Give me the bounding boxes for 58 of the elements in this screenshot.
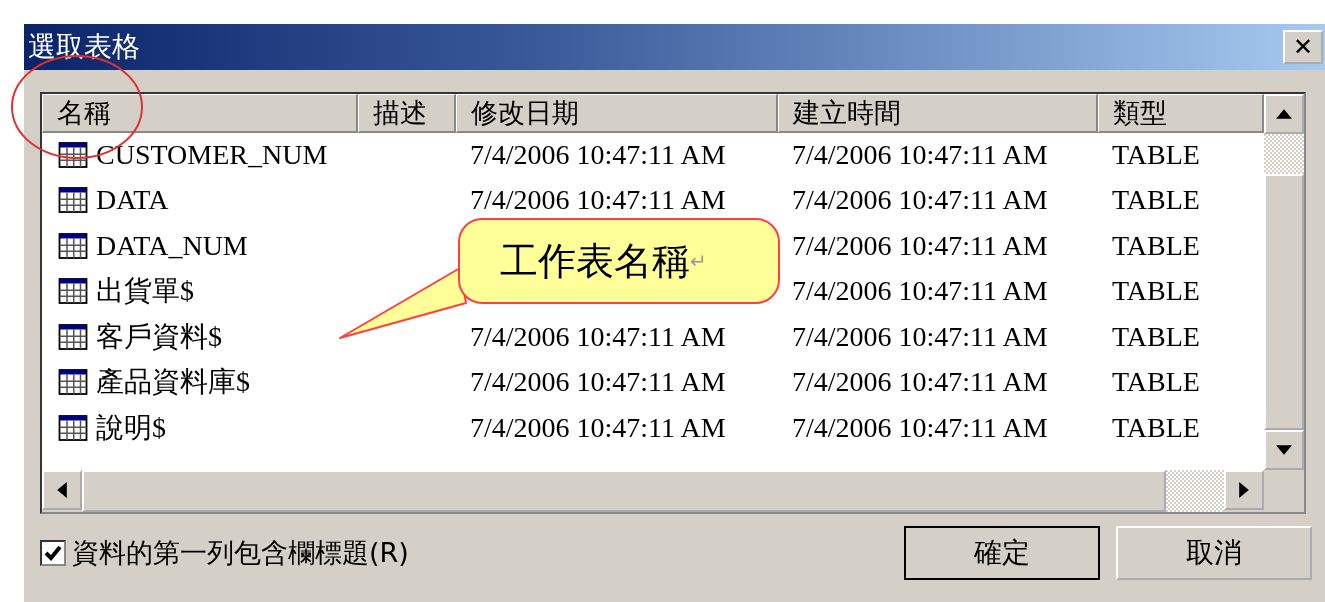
table-cell: TABLE [1112, 184, 1200, 216]
window-title: 選取表格 [28, 29, 140, 65]
callout-text: 工作表名稱 [500, 237, 690, 285]
table-icon [58, 277, 88, 306]
table-icon [58, 231, 88, 260]
table-icon [58, 413, 88, 442]
column-header[interactable]: 修改日期 [456, 94, 778, 133]
column-header[interactable]: 名稱 [42, 94, 358, 133]
table-cell: 7/4/2006 10:47:11 AM [470, 411, 726, 443]
table-cell: 7/4/2006 10:47:11 AM [470, 138, 726, 170]
right-arrow-icon [1239, 482, 1249, 498]
table-cell: 7/4/2006 10:47:11 AM [792, 411, 1048, 443]
table-name[interactable]: 說明$ [96, 408, 166, 447]
table-name[interactable]: 出貨單$ [96, 272, 194, 311]
table-cell: 7/4/2006 10:47:11 AM [792, 320, 1048, 352]
table-icon [58, 322, 88, 351]
table-cell: TABLE [1112, 366, 1200, 398]
down-arrow-icon [1276, 445, 1292, 455]
table-cell: TABLE [1112, 138, 1200, 170]
scroll-track[interactable] [1264, 134, 1304, 174]
column-header[interactable]: 描述 [358, 94, 456, 133]
scroll-right-button[interactable] [1224, 470, 1264, 510]
paragraph-mark: ↵ [690, 249, 707, 273]
table-cell: TABLE [1112, 229, 1200, 261]
scrollbar-corner [1264, 470, 1304, 512]
table-name[interactable]: 客戶資料$ [96, 317, 222, 356]
table-cell: TABLE [1112, 411, 1200, 443]
table-cell: 7/4/2006 10:47:11 AM [470, 366, 726, 398]
table-name[interactable]: DATA [96, 184, 169, 217]
vertical-scrollbar[interactable] [1264, 94, 1304, 470]
table-name[interactable]: DATA_NUM [96, 229, 248, 262]
table-cell: 7/4/2006 10:47:11 AM [792, 275, 1048, 307]
column-header[interactable]: 類型 [1098, 94, 1264, 133]
left-arrow-icon [57, 482, 67, 498]
scroll-down-button[interactable] [1264, 430, 1304, 470]
table-cell: 7/4/2006 10:47:11 AM [470, 184, 726, 216]
table-cell: TABLE [1112, 275, 1200, 307]
table-cell: 7/4/2006 10:47:11 AM [792, 184, 1048, 216]
table-cell: 7/4/2006 10:47:11 AM [792, 366, 1048, 398]
table-name[interactable]: 產品資料庫$ [96, 363, 250, 402]
scroll-up-button[interactable] [1264, 94, 1304, 134]
scroll-thumb[interactable] [1264, 174, 1304, 430]
table-icon [58, 186, 88, 215]
table-cell: TABLE [1112, 320, 1200, 352]
table-icon [58, 368, 88, 397]
table-cell: 7/4/2006 10:47:11 AM [792, 138, 1048, 170]
table-cell: 7/4/2006 10:47:11 AM [792, 229, 1048, 261]
checkbox-label[interactable]: 資料的第一列包含欄標題(R) [72, 535, 409, 571]
close-button[interactable]: ✕ [1283, 30, 1323, 64]
dialog-button[interactable]: 取消 [1116, 526, 1312, 580]
checkbox[interactable] [40, 540, 66, 566]
dialog-button[interactable]: 確定 [904, 526, 1100, 580]
table-name[interactable]: CUSTOMER_NUM [96, 138, 328, 171]
table-cell: 7/4/2006 10:47:11 AM [470, 320, 726, 352]
scroll-left-button[interactable] [42, 470, 82, 510]
table-icon [58, 140, 88, 169]
up-arrow-icon [1276, 109, 1292, 119]
column-header[interactable]: 建立時間 [778, 94, 1098, 133]
